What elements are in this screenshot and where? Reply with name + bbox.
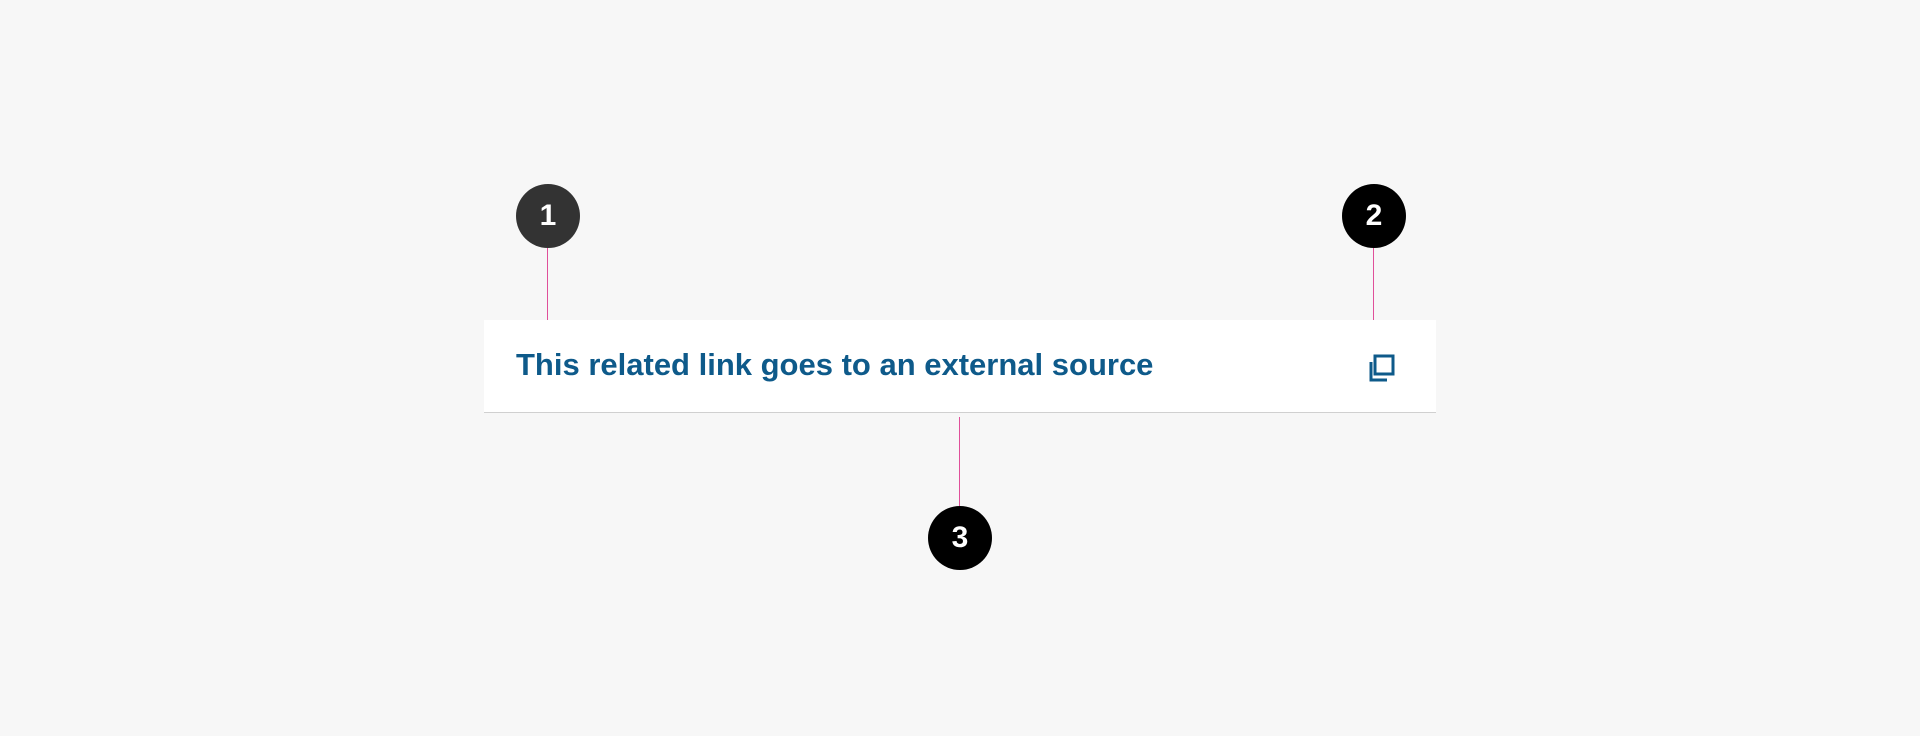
- related-link-card[interactable]: This related link goes to an external so…: [484, 320, 1436, 413]
- callout-number: 3: [951, 521, 969, 554]
- callout-number: 2: [1365, 199, 1383, 232]
- callout-badge-1: 1: [516, 184, 580, 248]
- callout-badge-2: 2: [1342, 184, 1406, 248]
- callout-number: 1: [539, 199, 557, 232]
- related-link-text[interactable]: This related link goes to an external so…: [516, 349, 1153, 380]
- callout-badge-3: 3: [928, 506, 992, 570]
- external-link-icon[interactable]: [1366, 349, 1396, 383]
- callout-leader-line-3: [959, 417, 960, 506]
